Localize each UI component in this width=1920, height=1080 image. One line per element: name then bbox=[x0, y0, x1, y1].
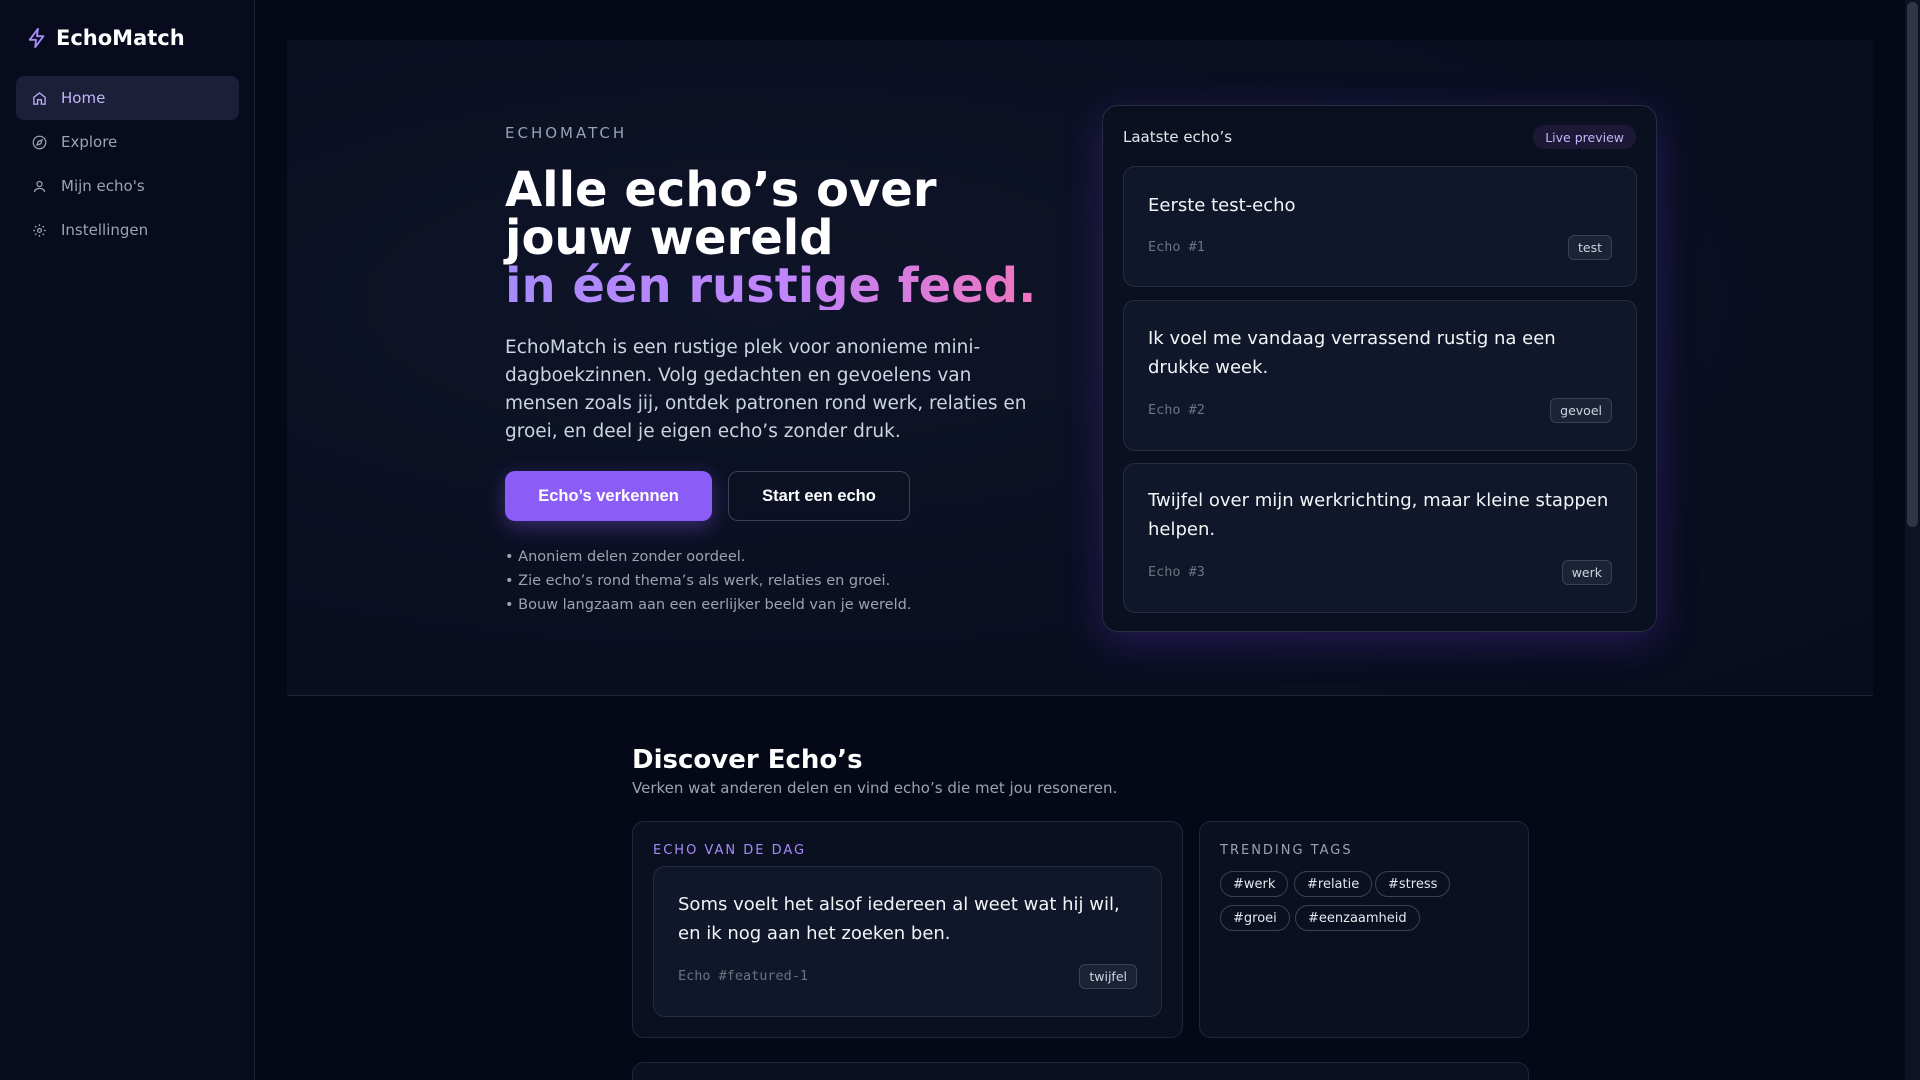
echo-tag[interactable]: test bbox=[1567, 235, 1612, 260]
trending-tags-card: TRENDING TAGS #werk #relatie #stress #gr… bbox=[1199, 821, 1529, 1038]
brand-logo[interactable]: EchoMatch bbox=[26, 26, 185, 50]
echo-text: Eerste test-echo bbox=[1148, 195, 1296, 216]
app-name: EchoMatch bbox=[56, 26, 185, 50]
live-preview-badge: Live preview bbox=[1533, 125, 1636, 149]
sidebar-item-label: Mijn echo's bbox=[61, 177, 145, 195]
bullet-item: • Zie echo’s rond thema’s als werk, rela… bbox=[505, 573, 891, 589]
page-scrollbar[interactable] bbox=[1905, 0, 1920, 1080]
sidebar-item-label: Instellingen bbox=[61, 221, 149, 239]
explore-echos-button[interactable]: Echo’s verkennen bbox=[505, 471, 712, 521]
lightning-icon bbox=[28, 27, 45, 49]
sidebar-item-explore[interactable]: Explore bbox=[16, 120, 239, 164]
trending-tags-label: TRENDING TAGS bbox=[1220, 843, 1353, 858]
tag-chip[interactable]: #werk bbox=[1220, 871, 1289, 897]
echo-card[interactable]: Ik voel me vandaag verrassend rustig na … bbox=[1123, 300, 1637, 451]
scrollbar-thumb[interactable] bbox=[1907, 2, 1918, 527]
home-icon bbox=[33, 91, 46, 105]
sidebar-item-label: Explore bbox=[61, 133, 118, 151]
compass-icon bbox=[32, 135, 47, 149]
discover-subtitle: Verken wat anderen delen en vind echo’s … bbox=[632, 779, 1118, 797]
discover-title: Discover Echo’s bbox=[632, 745, 863, 775]
headline-line1: Alle echo’s over jouw wereld bbox=[505, 162, 937, 266]
preview-title: Laatste echo’s bbox=[1123, 128, 1233, 146]
echo-tag[interactable]: twijfel bbox=[1079, 964, 1137, 989]
echo-id: Echo #2 bbox=[1148, 402, 1205, 418]
echo-card[interactable]: Eerste test-echo Echo #1 test bbox=[1123, 166, 1637, 287]
sidebar-item-label: Home bbox=[61, 89, 106, 107]
echo-of-the-day-label: ECHO VAN DE DAG bbox=[653, 843, 807, 858]
hero-eyebrow: ECHOMATCH bbox=[505, 124, 628, 142]
echo-tag[interactable]: werk bbox=[1561, 560, 1612, 585]
headline-line2: in één rustige feed. bbox=[505, 262, 1065, 310]
echo-text: Soms voelt het alsof iedereen al weet wa… bbox=[678, 894, 1120, 944]
echo-id: Echo #3 bbox=[1148, 564, 1205, 580]
echo-text: Ik voel me vandaag verrassend rustig na … bbox=[1148, 328, 1556, 378]
hero-headline: Alle echo’s over jouw wereld in één rust… bbox=[505, 166, 1065, 310]
echo-text: Twijfel over mijn werkrichting, maar kle… bbox=[1148, 490, 1609, 540]
hero-bullets: • Anoniem delen zonder oordeel. • Zie ec… bbox=[505, 545, 911, 617]
start-echo-button[interactable]: Start een echo bbox=[728, 471, 910, 521]
next-section-card bbox=[632, 1062, 1529, 1080]
featured-echo-card[interactable]: Soms voelt het alsof iedereen al weet wa… bbox=[653, 866, 1162, 1017]
hero-lead: EchoMatch is een rustige plek voor anoni… bbox=[505, 337, 1027, 442]
gear-icon bbox=[33, 223, 46, 237]
tag-chip[interactable]: #groei bbox=[1220, 905, 1290, 931]
latest-echos-panel: Laatste echo’s Live preview Eerste test-… bbox=[1102, 105, 1657, 632]
sidebar-item-instellingen[interactable]: Instellingen bbox=[16, 208, 239, 252]
echo-id: Echo #1 bbox=[1148, 239, 1205, 255]
echo-tag[interactable]: gevoel bbox=[1550, 398, 1612, 423]
sidebar-item-mijn-echos[interactable]: Mijn echo's bbox=[16, 164, 239, 208]
echo-id: Echo #featured-1 bbox=[678, 968, 809, 984]
sidebar-item-home[interactable]: Home bbox=[16, 76, 239, 120]
echo-of-the-day-card: ECHO VAN DE DAG Soms voelt het alsof ied… bbox=[632, 821, 1183, 1038]
user-icon bbox=[33, 180, 46, 192]
echo-card[interactable]: Twijfel over mijn werkrichting, maar kle… bbox=[1123, 463, 1637, 613]
tag-chip[interactable]: #stress bbox=[1375, 871, 1451, 897]
bullet-item: • Anoniem delen zonder oordeel. bbox=[505, 549, 746, 565]
sidebar: EchoMatch Home Explore Mijn echo's Inste… bbox=[0, 0, 255, 1080]
sidebar-nav: Home Explore Mijn echo's Instellingen bbox=[16, 76, 239, 252]
tag-chip[interactable]: #relatie bbox=[1294, 871, 1373, 897]
tag-chip[interactable]: #eenzaamheid bbox=[1295, 905, 1420, 931]
bullet-item: • Bouw langzaam aan een eerlijker beeld … bbox=[505, 597, 912, 613]
